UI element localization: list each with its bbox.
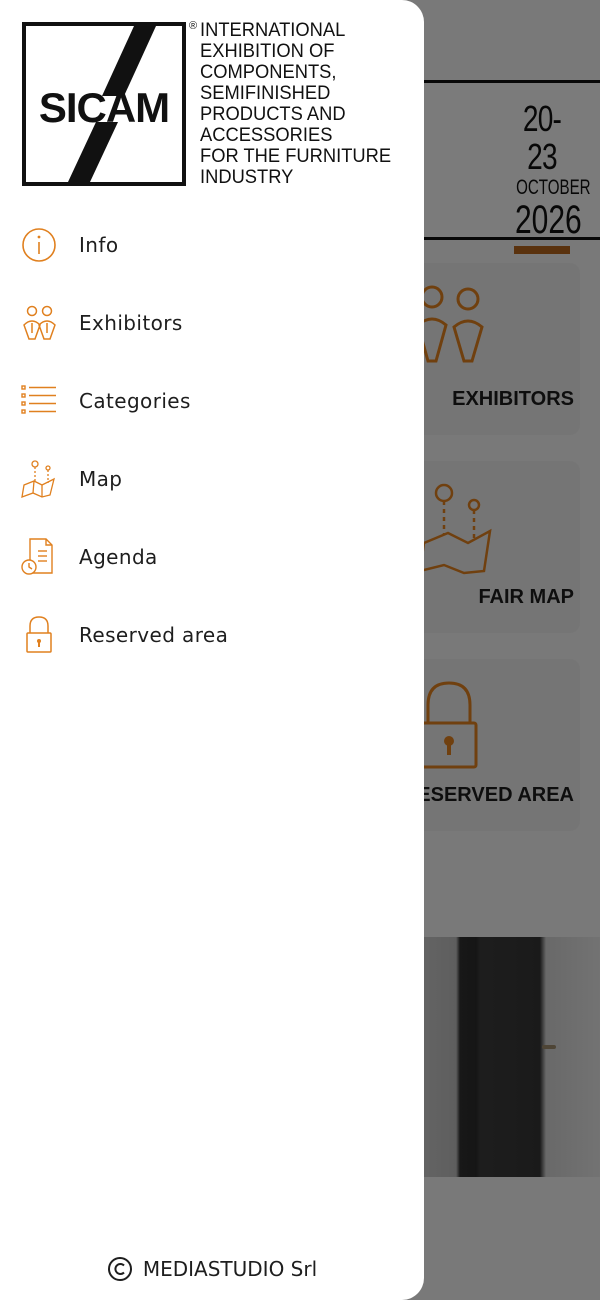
- menu-item-label: Info: [79, 233, 119, 257]
- menu-item-label: Map: [79, 467, 123, 491]
- sicam-logo: SICAM: [22, 22, 186, 186]
- info-icon: [22, 228, 56, 262]
- menu-item-categories[interactable]: Categories: [0, 362, 424, 440]
- menu-item-label: Agenda: [79, 545, 158, 569]
- navigation-drawer: SICAM ® INTERNATIONAL EXHIBITION OF COMP…: [0, 0, 424, 1300]
- footer-company: MEDIASTUDIO Srl: [142, 1257, 318, 1281]
- brand-tagline: INTERNATIONAL EXHIBITION OF COMPONENTS, …: [200, 20, 420, 188]
- drawer-footer: MEDIASTUDIO Srl: [0, 1256, 424, 1282]
- menu-item-info[interactable]: Info: [0, 206, 424, 284]
- tagline-line: INDUSTRY: [200, 166, 294, 188]
- menu-item-map[interactable]: Map: [0, 440, 424, 518]
- tagline-line: FOR THE FURNITURE: [200, 145, 392, 167]
- menu-item-label: Categories: [79, 389, 191, 413]
- menu-item-label: Reserved area: [79, 623, 229, 647]
- tagline-line: COMPONENTS,: [200, 61, 337, 83]
- agenda-icon: [21, 538, 53, 575]
- map-icon: [21, 460, 55, 498]
- lock-icon: [26, 616, 52, 653]
- menu-item-agenda[interactable]: Agenda: [0, 518, 424, 596]
- exhibitors-icon: [23, 305, 56, 340]
- tagline-line: EXHIBITION OF: [200, 40, 335, 62]
- tagline-line: SEMIFINISHED: [200, 82, 331, 104]
- drawer-menu: Info Exhibitors Categories Map Agenda Re…: [0, 206, 424, 674]
- registered-mark: ®: [189, 20, 198, 32]
- menu-item-exhibitors[interactable]: Exhibitors: [0, 284, 424, 362]
- tagline-line: ACCESSORIES: [200, 124, 333, 146]
- menu-item-reserved-area[interactable]: Reserved area: [0, 596, 424, 674]
- menu-item-label: Exhibitors: [79, 311, 183, 335]
- copyright-icon: [107, 1257, 132, 1281]
- list-icon: [21, 385, 56, 414]
- tagline-line: PRODUCTS AND: [200, 103, 346, 125]
- tagline-line: INTERNATIONAL: [200, 19, 346, 41]
- logo-wordmark: SICAM: [38, 84, 170, 131]
